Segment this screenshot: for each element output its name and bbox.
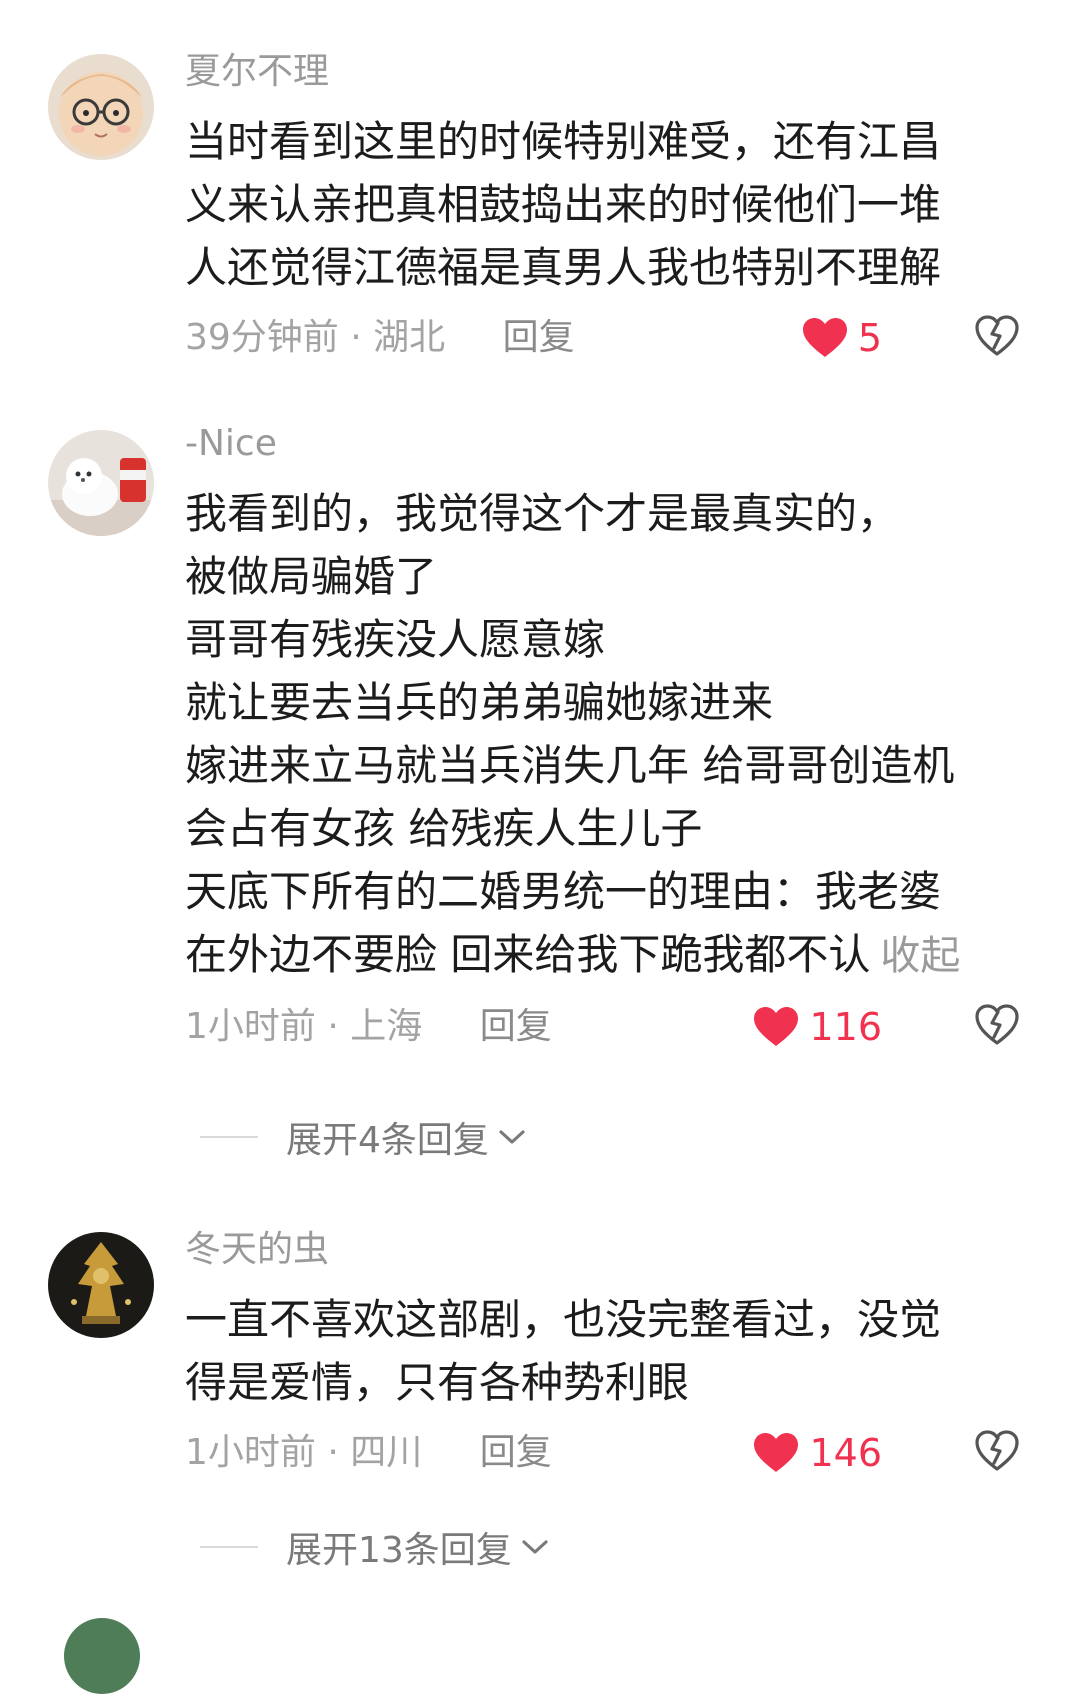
comment-line: 被做局骗婚了: [185, 552, 438, 601]
comment-text: 我看到的，我觉得这个才是最真实的， 被做局骗婚了 哥哥有残疾没人愿意嫁 就让要去…: [185, 482, 1025, 988]
time-location: 1小时前 · 四川: [185, 1432, 423, 1473]
comment-line: 当时看到这里的时候特别难受，还有江昌: [185, 117, 942, 166]
avatar[interactable]: [48, 1232, 154, 1338]
username[interactable]: -Nice: [185, 422, 1025, 466]
username[interactable]: 夏尔不理: [185, 50, 1025, 94]
heart-icon: [754, 1007, 799, 1046]
divider: [200, 1546, 258, 1548]
comment-line: 得是爱情，只有各种势利眼: [185, 1358, 690, 1407]
comment-line: 在外边不要脸 回来给我下跪我都不认 收起: [185, 923, 1025, 988]
broken-heart-icon[interactable]: [975, 315, 1019, 357]
comment-line: 会占有女孩 给残疾人生儿子: [185, 804, 703, 853]
like-button[interactable]: 5: [802, 313, 882, 363]
expand-replies-label: 展开4条回复: [286, 1120, 489, 1161]
comment-line: 哥哥有残疾没人愿意嫁: [185, 615, 606, 664]
expand-replies-label: 展开13条回复: [286, 1530, 512, 1571]
comment-line: 义来认亲把真相鼓捣出来的时候他们一堆: [185, 180, 942, 229]
expand-replies-button[interactable]: 展开4条回复: [200, 1112, 527, 1162]
like-count: 116: [809, 1005, 882, 1049]
heart-icon: [754, 1433, 799, 1472]
time-location: 39分钟前 · 湖北: [185, 317, 446, 358]
comment-line-text: 在外边不要脸 回来给我下跪我都不认: [185, 930, 871, 979]
comment-text: 一直不喜欢这部剧，也没完整看过，没觉 得是爱情，只有各种势利眼: [185, 1288, 1025, 1414]
collapse-button[interactable]: 收起: [880, 933, 960, 979]
comment-meta: 1小时前 · 四川 回复 146: [185, 1428, 1025, 1478]
comment-line: 一直不喜欢这部剧，也没完整看过，没觉: [185, 1295, 942, 1344]
broken-heart-icon[interactable]: [975, 1004, 1019, 1046]
reply-button[interactable]: 回复: [503, 313, 575, 363]
comment-line: 我看到的，我觉得这个才是最真实的，: [185, 489, 900, 538]
comment-line: 就让要去当兵的弟弟骗她嫁进来: [185, 678, 774, 727]
comment-text: 当时看到这里的时候特别难受，还有江昌 义来认亲把真相鼓捣出来的时候他们一堆 人还…: [185, 110, 1025, 299]
reply-button[interactable]: 回复: [480, 1428, 552, 1478]
like-count: 146: [809, 1431, 882, 1475]
comment-line: 人还觉得江德福是真男人我也特别不理解: [185, 243, 942, 292]
reply-button[interactable]: 回复: [480, 1002, 552, 1052]
like-button[interactable]: 116: [753, 1002, 882, 1052]
avatar[interactable]: [48, 430, 154, 536]
avatar[interactable]: [64, 1618, 140, 1694]
comment-meta: 39分钟前 · 湖北 回复 5: [185, 313, 1025, 363]
username[interactable]: 冬天的虫: [185, 1228, 1025, 1272]
expand-replies-button[interactable]: 展开13条回复: [200, 1522, 550, 1572]
comment-line: 天底下所有的二婚男统一的理由：我老婆: [185, 867, 942, 916]
heart-icon: [802, 318, 847, 357]
like-count: 5: [857, 316, 882, 360]
avatar-cartoon-boy-icon: [48, 54, 154, 160]
chevron-down-icon: [499, 1130, 525, 1144]
divider: [200, 1136, 258, 1138]
comment-line: 嫁进来立马就当兵消失几年 给哥哥创造机: [185, 741, 955, 790]
avatar-white-puppy-icon: [48, 430, 154, 536]
avatar-golden-artifact-icon: [48, 1232, 154, 1338]
broken-heart-icon[interactable]: [975, 1430, 1019, 1472]
chevron-down-icon: [522, 1540, 548, 1554]
like-button[interactable]: 146: [753, 1428, 882, 1478]
time-location: 1小时前 · 上海: [185, 1006, 423, 1047]
comment-meta: 1小时前 · 上海 回复 116: [185, 1002, 1025, 1052]
avatar[interactable]: [48, 54, 154, 160]
